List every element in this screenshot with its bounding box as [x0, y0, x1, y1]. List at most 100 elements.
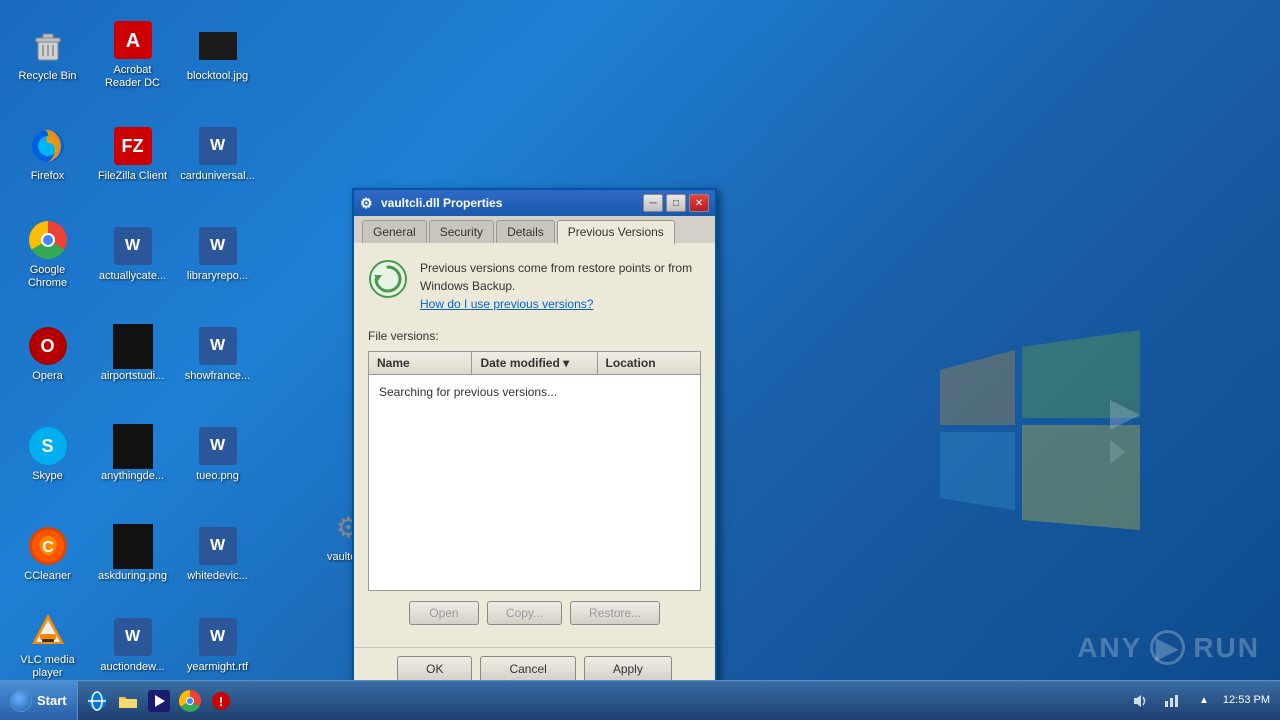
info-section: Previous versions come from restore poin… [368, 259, 701, 313]
desktop-icon-whitedevic[interactable]: W whitedevic... [175, 505, 260, 605]
tab-previous-versions[interactable]: Previous Versions [557, 220, 675, 245]
svg-text:A: A [125, 30, 139, 52]
table-header-name[interactable]: Name [369, 352, 472, 374]
actuallycate-label: actuallycate... [99, 270, 166, 283]
desktop-icon-grid: Recycle Bin A Acrobat Reader DC blocktoo… [0, 0, 270, 660]
dialog-minimize-button[interactable]: ─ [643, 194, 663, 212]
desktop-icon-blocktool[interactable]: blocktool.jpg [175, 5, 260, 105]
dialog-content: Previous versions come from restore poin… [354, 245, 715, 647]
apply-button[interactable]: Apply [584, 656, 672, 682]
taskbar-expand-tray-button[interactable]: ▲ [1190, 687, 1218, 715]
airportstudio-label: airportstudi... [101, 370, 165, 383]
file-versions-label: File versions: [368, 329, 701, 343]
askduring-label: askduring.png [98, 570, 167, 583]
desktop-icon-auctiondew[interactable]: W auctiondew... [90, 605, 175, 685]
taskbar-volume-icon[interactable] [1126, 687, 1154, 715]
desktop-icon-ccleaner[interactable]: C CCleaner [5, 505, 90, 605]
tab-security[interactable]: Security [429, 220, 494, 243]
carduniversal-icon-img: W [199, 127, 237, 165]
taskbar-folder-icon[interactable] [114, 687, 142, 715]
recycle-bin-label: Recycle Bin [18, 70, 76, 83]
whitedevic-icon-img: W [199, 527, 237, 565]
taskbar-right: ▲ 12:53 PM [1126, 687, 1280, 715]
auctiondew-icon-img: W [114, 618, 152, 656]
restore-button[interactable]: Restore... [570, 601, 660, 625]
desktop-icon-filezilla[interactable]: FZ FileZilla Client [90, 105, 175, 205]
filezilla-label: FileZilla Client [98, 170, 167, 183]
showfrance-icon-img: W [199, 327, 237, 365]
anythingde-label: anythingde... [101, 470, 164, 483]
taskbar-network-icon[interactable] [1158, 687, 1186, 715]
desktop-icon-askduring[interactable]: askduring.png [90, 505, 175, 605]
ccleaner-icon-img: C [29, 527, 67, 565]
firefox-icon-img [29, 127, 67, 165]
desktop-icon-vlc[interactable]: VLC media player [5, 605, 90, 685]
desktop-icon-acrobat[interactable]: A Acrobat Reader DC [90, 5, 175, 105]
open-button[interactable]: Open [409, 601, 479, 625]
taskbar: Start [0, 680, 1280, 720]
skype-label: Skype [32, 470, 63, 483]
blocktool-label: blocktool.jpg [187, 70, 248, 83]
windows-logo-watermark [860, 300, 1280, 680]
versions-table: Name Date modified ▾ Location Searching … [368, 351, 701, 591]
start-label: Start [37, 693, 67, 708]
dialog-title-left: ⚙ vaultcli.dll Properties [360, 195, 502, 211]
table-header-date[interactable]: Date modified ▾ [472, 352, 597, 374]
opera-label: Opera [32, 370, 63, 383]
dialog-close-button[interactable]: ✕ [689, 194, 709, 212]
properties-dialog: ⚙ vaultcli.dll Properties ─ □ ✕ General … [352, 188, 717, 692]
chrome-label: Google Chrome [10, 264, 85, 290]
copy-button[interactable]: Copy... [487, 601, 562, 625]
tueo-icon-img: W [199, 427, 237, 465]
taskbar-clock: 12:53 PM [1223, 693, 1270, 707]
tab-general[interactable]: General [362, 220, 427, 243]
auctiondew-label: auctiondew... [100, 661, 164, 674]
desktop-icon-actuallycate[interactable]: W actuallycate... [90, 205, 175, 305]
dialog-titlebar: ⚙ vaultcli.dll Properties ─ □ ✕ [354, 190, 715, 216]
anythingde-icon-img [113, 424, 153, 469]
info-link[interactable]: How do I use previous versions? [420, 297, 593, 311]
blocktool-icon-img [199, 32, 237, 60]
system-tray: ▲ [1126, 687, 1218, 715]
anyrun-play-icon: ▶ [1150, 630, 1185, 665]
restore-points-icon [368, 259, 408, 299]
libraryrepo-label: libraryrepo... [187, 270, 248, 283]
desktop-icon-recycle-bin[interactable]: Recycle Bin [5, 5, 90, 105]
anyrun-text-any: ANY [1077, 632, 1142, 664]
action-buttons: Open Copy... Restore... [368, 601, 701, 625]
start-button[interactable]: Start [0, 681, 78, 720]
desktop-icon-chrome[interactable]: Google Chrome [5, 205, 90, 305]
firefox-label: Firefox [31, 170, 65, 183]
start-orb-icon [10, 690, 32, 712]
opera-icon-img: O [29, 327, 67, 365]
carduniversal-label: carduniversal... [180, 170, 255, 183]
anyrun-text-run: RUN [1193, 632, 1260, 664]
desktop-icon-tueo[interactable]: W tueo.png [175, 405, 260, 505]
skype-icon-img: S [29, 427, 67, 465]
tab-details[interactable]: Details [496, 220, 555, 243]
desktop-icon-carduniversal[interactable]: W carduniversal... [175, 105, 260, 205]
taskbar-chrome-icon[interactable] [176, 687, 204, 715]
desktop-icon-firefox[interactable]: Firefox [5, 105, 90, 205]
desktop-icon-airportstudio[interactable]: airportstudi... [90, 305, 175, 405]
taskbar-media-icon[interactable] [145, 687, 173, 715]
recycle-bin-icon [30, 28, 66, 64]
taskbar-ie-icon[interactable] [83, 687, 111, 715]
cancel-button[interactable]: Cancel [480, 656, 575, 682]
yearmight-icon-img: W [199, 618, 237, 656]
desktop-icon-showfrance[interactable]: W showfrance... [175, 305, 260, 405]
desktop-icon-libraryrepo[interactable]: W libraryrepo... [175, 205, 260, 305]
taskbar-avast-icon[interactable]: ! [207, 687, 235, 715]
desktop-icon-anythingde[interactable]: anythingde... [90, 405, 175, 505]
ccleaner-label: CCleaner [24, 570, 70, 583]
desktop-icon-yearmight[interactable]: W yearmight.rtf [175, 605, 260, 685]
desktop-icon-opera[interactable]: O Opera [5, 305, 90, 405]
svg-text:!: ! [218, 694, 222, 709]
dialog-maximize-button[interactable]: □ [666, 194, 686, 212]
table-header-location[interactable]: Location [598, 352, 700, 374]
desktop-icon-skype[interactable]: S Skype [5, 405, 90, 505]
info-text: Previous versions come from restore poin… [420, 259, 701, 313]
anyrun-watermark: ANY ▶ RUN [1077, 630, 1260, 665]
ok-button[interactable]: OK [397, 656, 472, 682]
vlc-icon-img [30, 612, 66, 648]
